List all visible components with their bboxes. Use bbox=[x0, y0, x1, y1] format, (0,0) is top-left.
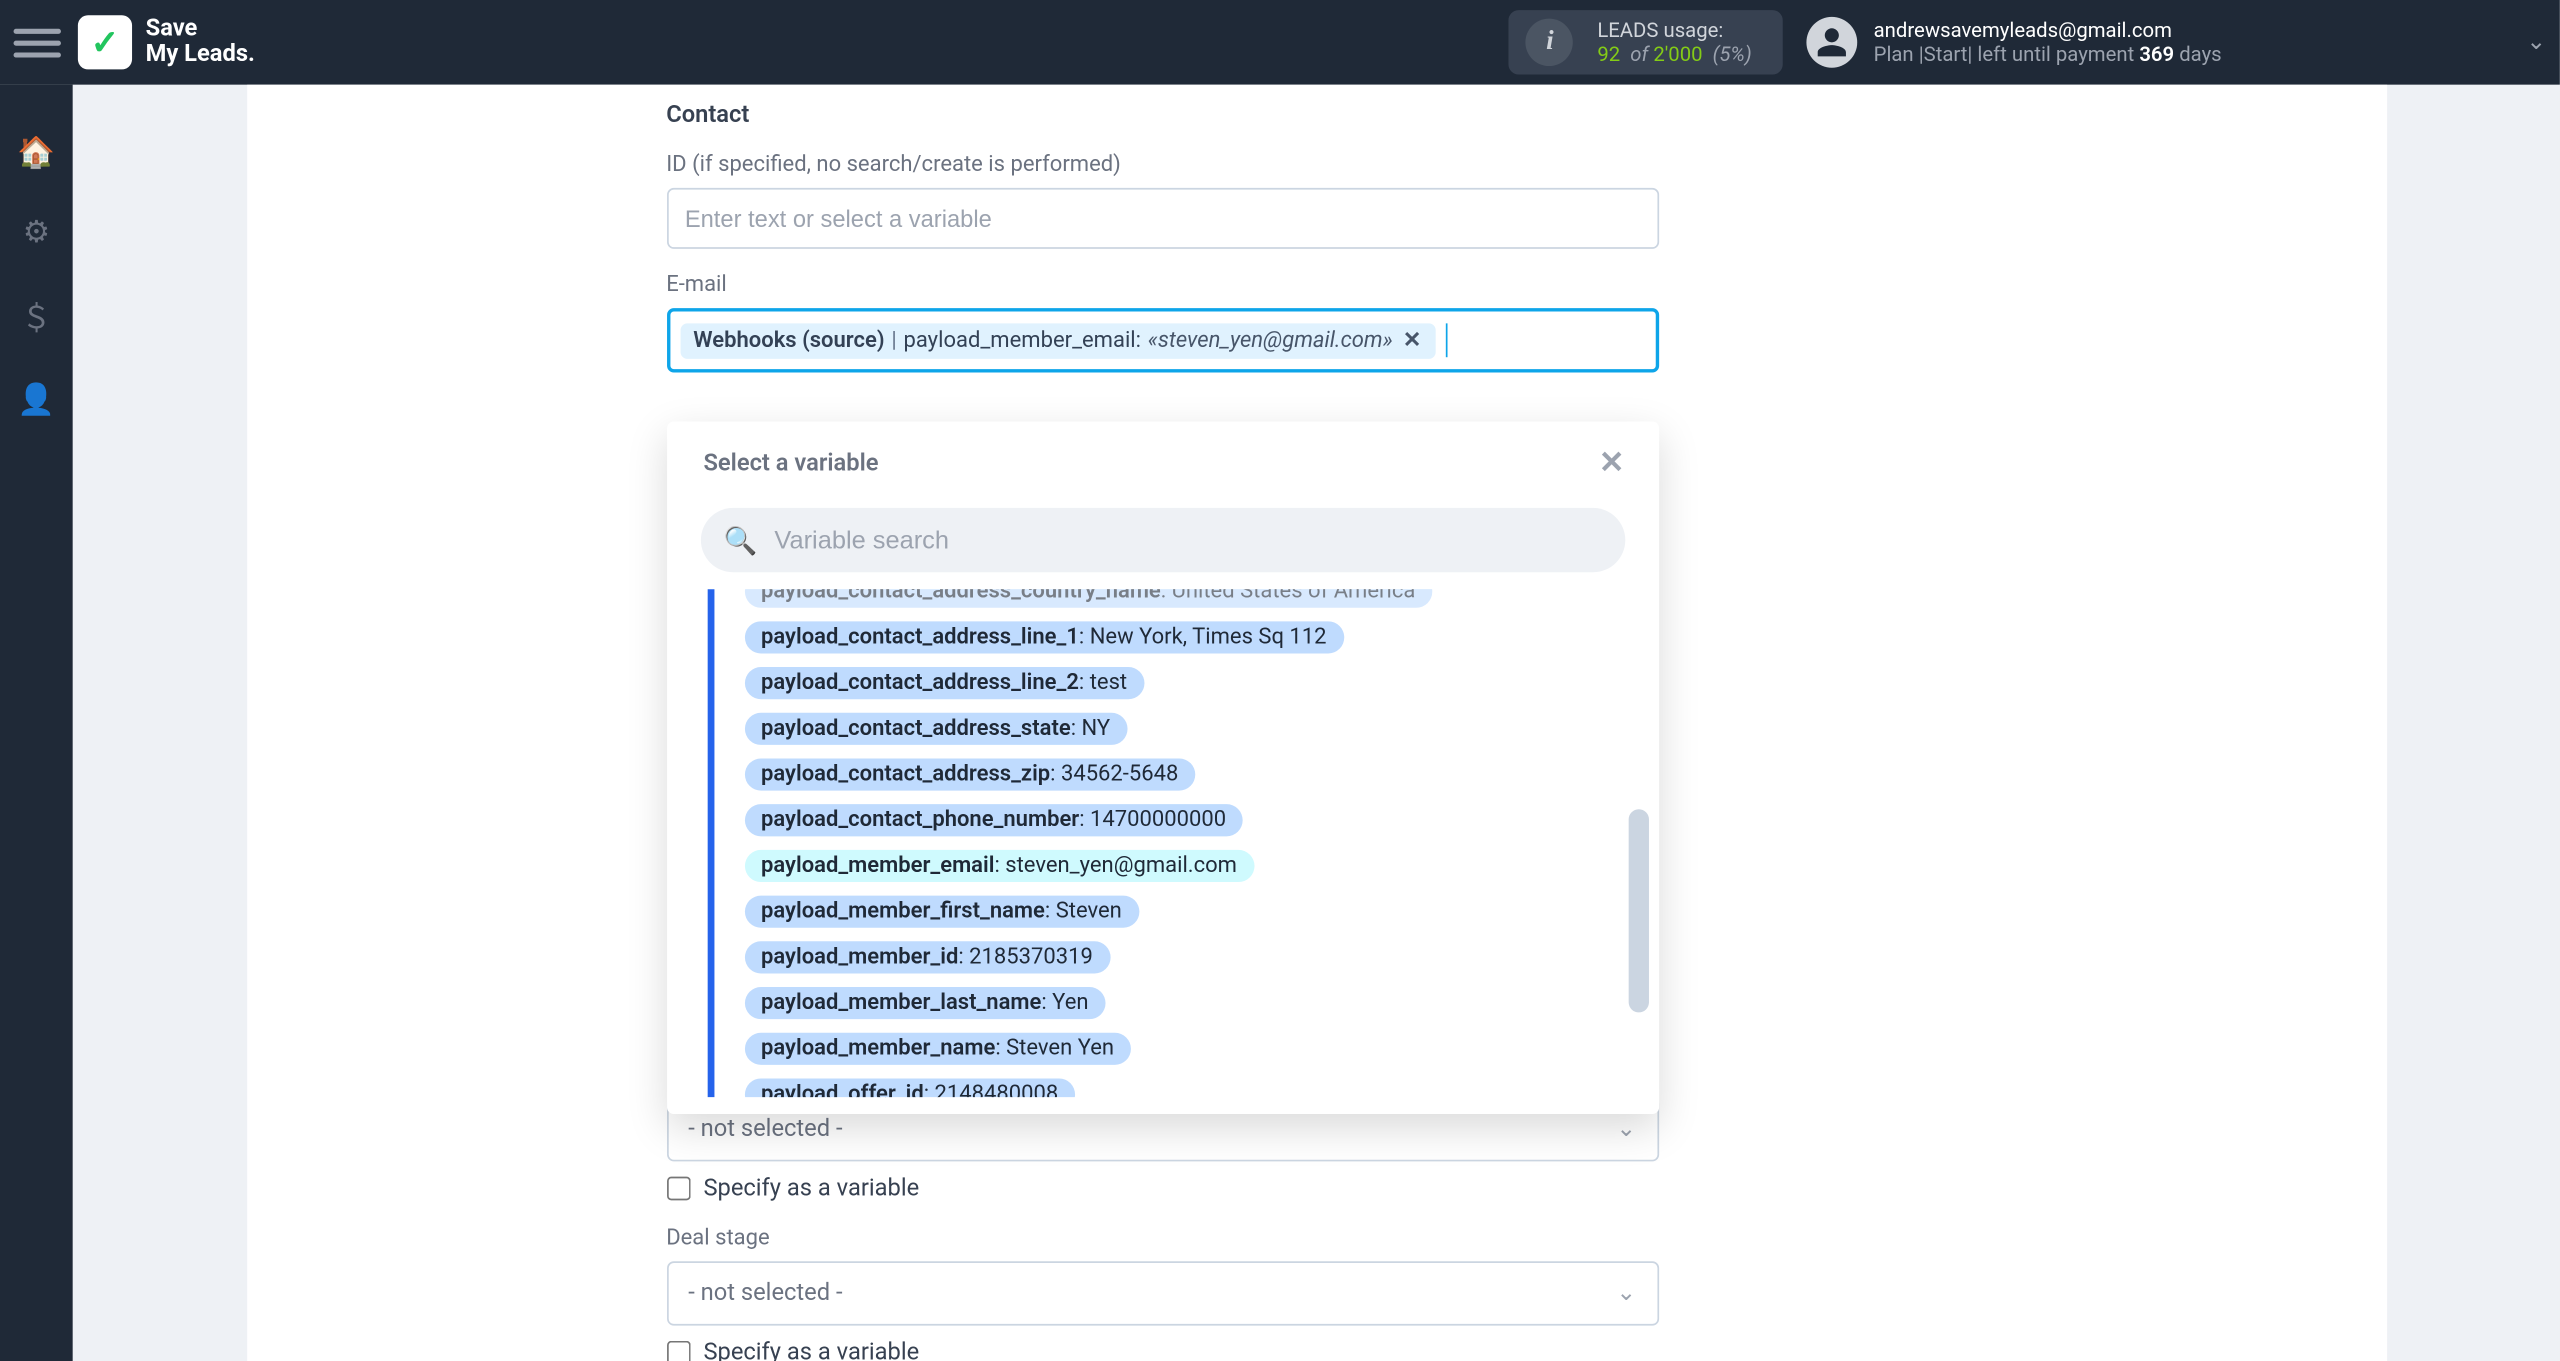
brand-text: SaveMy Leads. bbox=[146, 16, 255, 68]
chevron-down-icon: ⌄ bbox=[1616, 1116, 1636, 1143]
id-input[interactable] bbox=[666, 188, 1658, 249]
variable-search-input[interactable] bbox=[774, 526, 1600, 555]
label-id: ID (if specified, no search/create is pe… bbox=[666, 152, 1658, 177]
variable-option[interactable]: payload_member_last_name: Yen bbox=[744, 987, 1105, 1019]
specify-var-checkbox[interactable] bbox=[666, 1341, 690, 1361]
specify-var-stage[interactable]: Specify as a variable bbox=[666, 1339, 1658, 1361]
home-icon[interactable]: 🏠 bbox=[17, 135, 55, 171]
variable-option[interactable]: payload_contact_address_line_1: New York… bbox=[744, 621, 1343, 653]
dropdown-scrollbar[interactable] bbox=[1628, 809, 1648, 1012]
variable-search[interactable]: 🔍 bbox=[700, 508, 1624, 572]
menu-toggle[interactable] bbox=[14, 19, 61, 66]
variable-option[interactable]: payload_contact_phone_number: 1470000000… bbox=[744, 804, 1243, 836]
email-input[interactable]: Webhooks (source) | payload_member_email… bbox=[666, 308, 1658, 372]
variable-option[interactable]: payload_member_email: steven_yen@gmail.c… bbox=[744, 850, 1254, 882]
sidebar: 🏠 ⚙ ＄ 👤 bbox=[0, 85, 73, 1361]
main-panel: Contact ID (if specified, no search/crea… bbox=[246, 85, 2386, 1361]
specify-var-checkbox[interactable] bbox=[666, 1177, 690, 1201]
topbar: ✓ SaveMy Leads. i LEADS usage: 92 of 2'0… bbox=[0, 0, 2560, 85]
search-icon: 🔍 bbox=[724, 524, 758, 556]
close-icon[interactable]: ✕ bbox=[1599, 445, 1625, 481]
deal-stage-select[interactable]: - not selected - ⌄ bbox=[666, 1261, 1658, 1325]
user-menu[interactable]: andrewsavemyleads@gmail.com Plan |Start|… bbox=[1806, 17, 2546, 68]
specify-var-pipe[interactable]: Specify as a variable bbox=[666, 1175, 1658, 1202]
logo[interactable]: ✓ bbox=[78, 15, 132, 69]
user-plan: Plan |Start| left until payment 369 days bbox=[1874, 42, 2222, 66]
variable-chip[interactable]: Webhooks (source) | payload_member_email… bbox=[680, 323, 1435, 359]
connections-icon[interactable]: ⚙ bbox=[23, 215, 50, 251]
billing-icon[interactable]: ＄ bbox=[21, 295, 51, 339]
label-deal-stage: Deal stage bbox=[666, 1226, 1658, 1251]
variable-option[interactable]: payload_offer_id: 2148480008 bbox=[744, 1078, 1075, 1097]
profile-icon[interactable]: 👤 bbox=[17, 383, 55, 419]
variable-option[interactable]: payload_contact_address_line_2: test bbox=[744, 667, 1144, 699]
chevron-down-icon: ⌄ bbox=[2526, 29, 2546, 56]
dropdown-title: Select a variable bbox=[703, 449, 878, 476]
check-icon: ✓ bbox=[91, 22, 119, 63]
usage-label: LEADS usage: bbox=[1597, 19, 1751, 43]
usage-values: 92 of 2'000 (5%) bbox=[1597, 42, 1751, 66]
usage-badge: i LEADS usage: 92 of 2'000 (5%) bbox=[1509, 10, 1782, 74]
chevron-down-icon: ⌄ bbox=[1616, 1280, 1636, 1307]
chip-remove-icon[interactable]: ✕ bbox=[1403, 328, 1421, 353]
label-email: E-mail bbox=[666, 273, 1658, 298]
user-email: andrewsavemyleads@gmail.com bbox=[1874, 19, 2222, 43]
variable-option[interactable]: payload_member_first_name: Steven bbox=[744, 896, 1139, 928]
variable-option[interactable]: payload_member_name: Steven Yen bbox=[744, 1033, 1131, 1065]
avatar bbox=[1806, 17, 1857, 68]
variable-option[interactable]: payload_contact_address_state: NY bbox=[744, 713, 1127, 745]
variable-option[interactable]: payload_contact_address_zip: 34562-5648 bbox=[744, 758, 1195, 790]
section-contact: Contact bbox=[666, 102, 1658, 129]
variable-option[interactable]: payload_member_id: 2185370319 bbox=[744, 941, 1110, 973]
info-icon: i bbox=[1526, 19, 1573, 66]
variable-option[interactable]: payload_contact_address_country_name: Un… bbox=[744, 589, 1432, 608]
variable-dropdown: Select a variable ✕ 🔍 payload_contact_ad… bbox=[666, 422, 1658, 1114]
